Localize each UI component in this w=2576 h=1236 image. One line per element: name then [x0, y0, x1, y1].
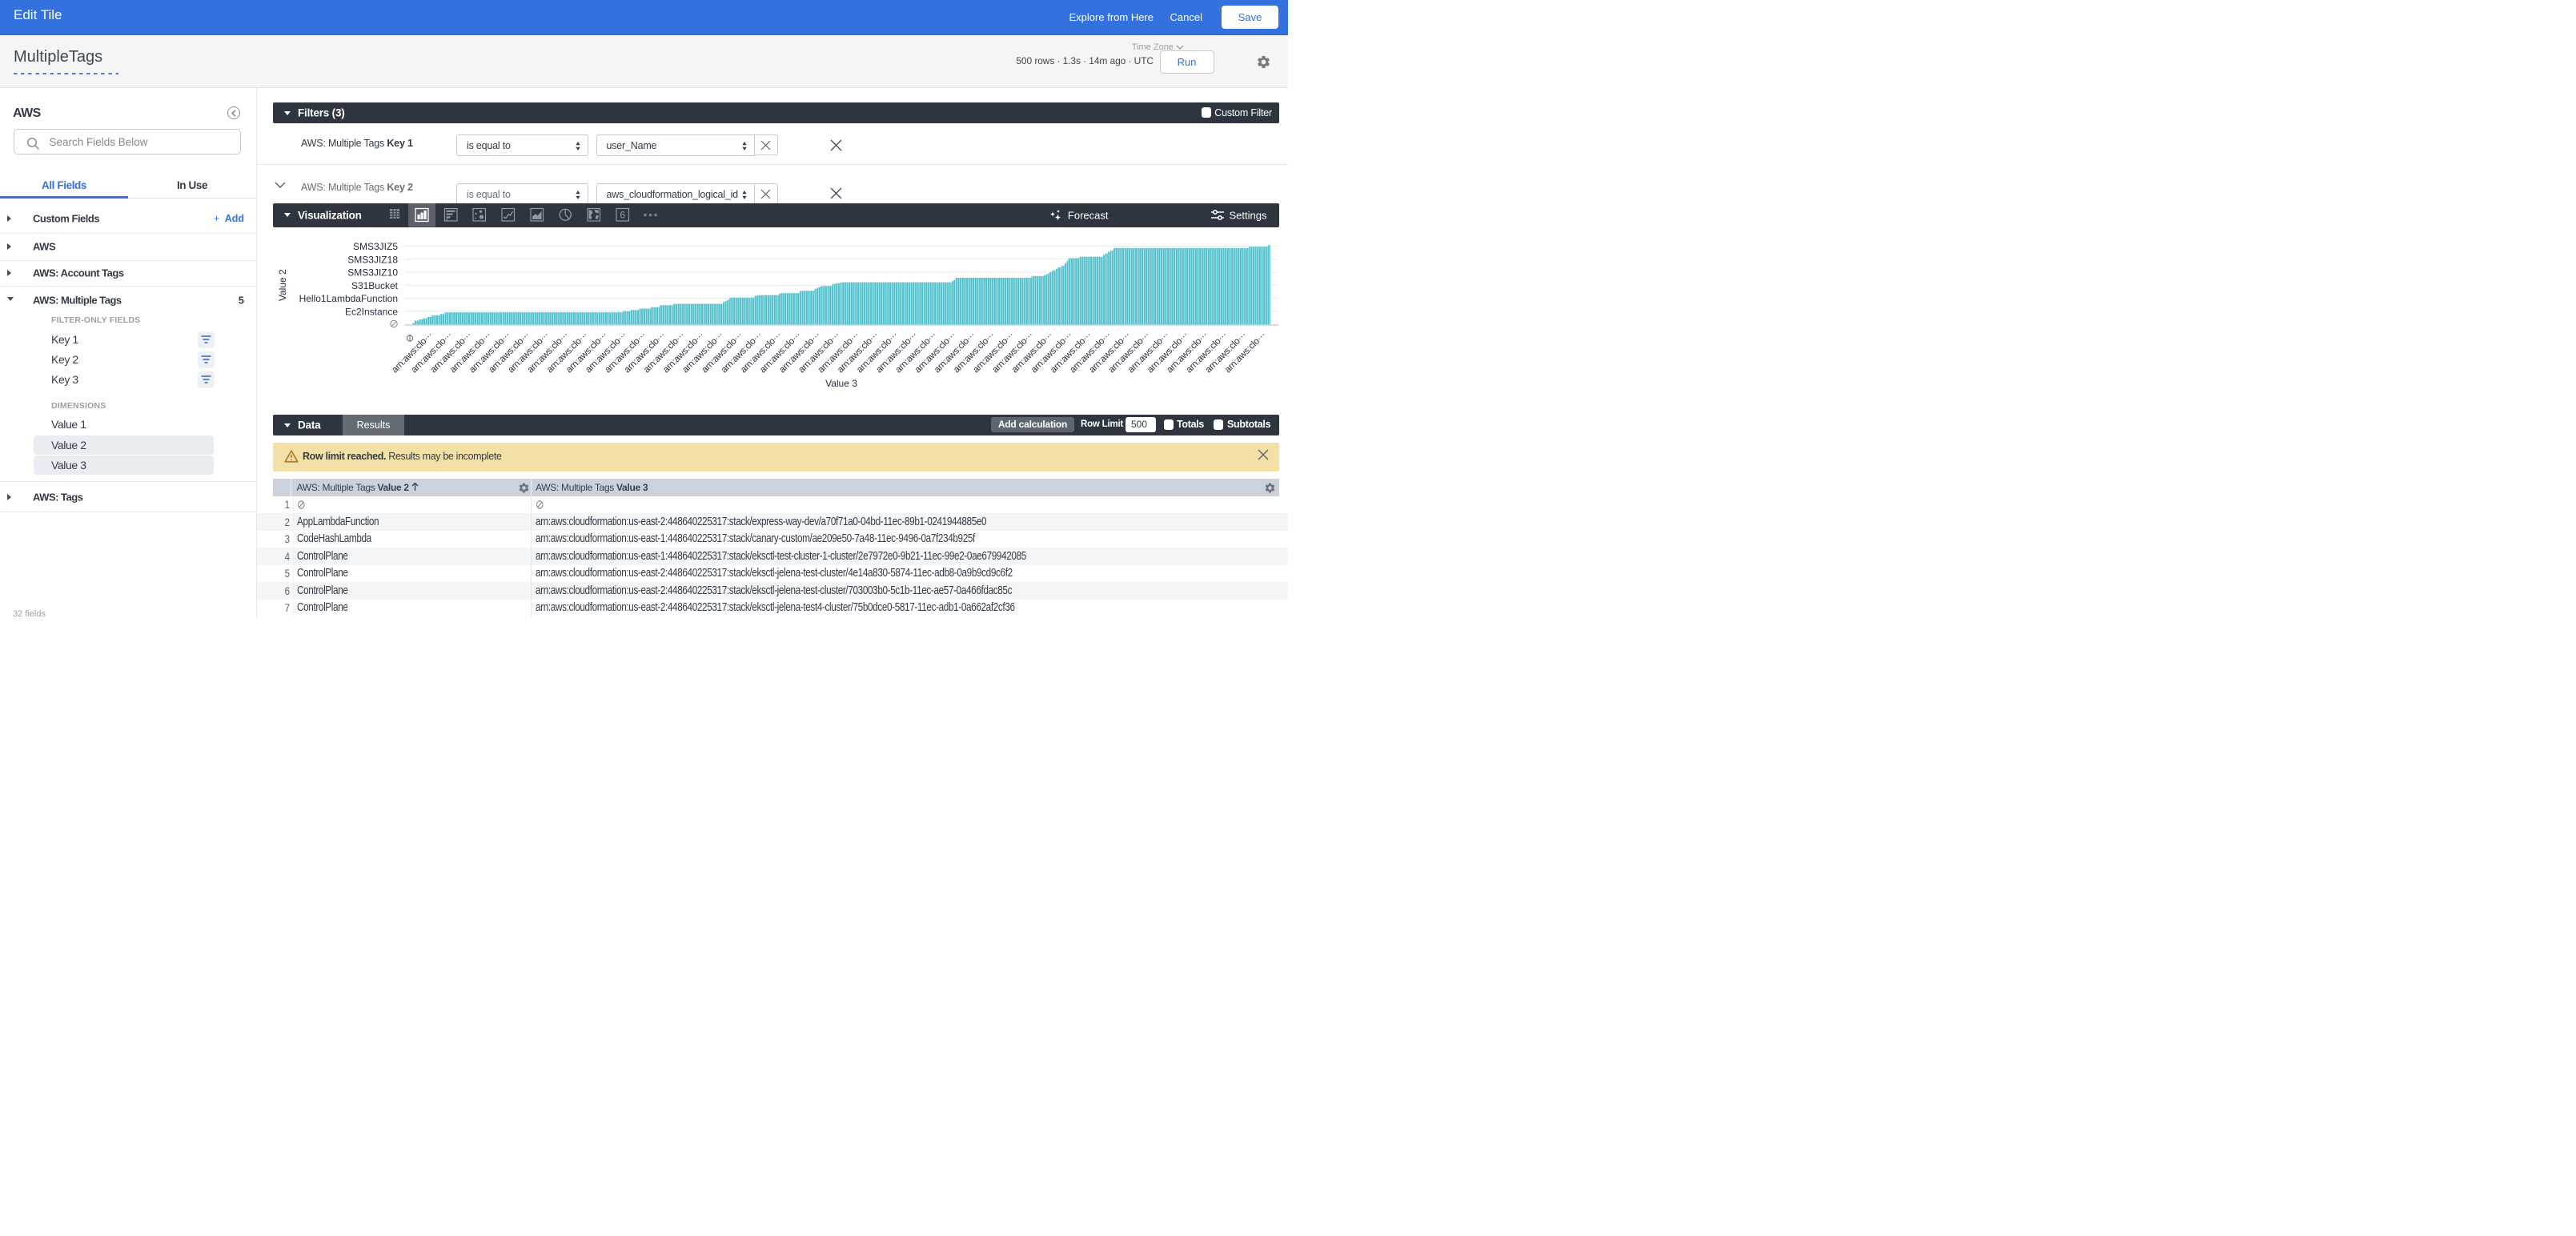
svg-text:6: 6	[620, 210, 625, 221]
svg-text:Value 2: Value 2	[277, 269, 288, 301]
svg-text:SMS3JIZ18: SMS3JIZ18	[347, 254, 398, 265]
svg-text:Value 3: Value 3	[825, 378, 857, 389]
svg-text:SMS3JIZ10: SMS3JIZ10	[347, 267, 398, 278]
svg-text:Hello1LambdaFunction: Hello1LambdaFunction	[299, 293, 398, 304]
svg-text:Ec2Instance: Ec2Instance	[345, 306, 398, 317]
svg-text:SMS3JIZ5: SMS3JIZ5	[353, 241, 398, 252]
svg-text:S31Bucket: S31Bucket	[351, 279, 399, 291]
